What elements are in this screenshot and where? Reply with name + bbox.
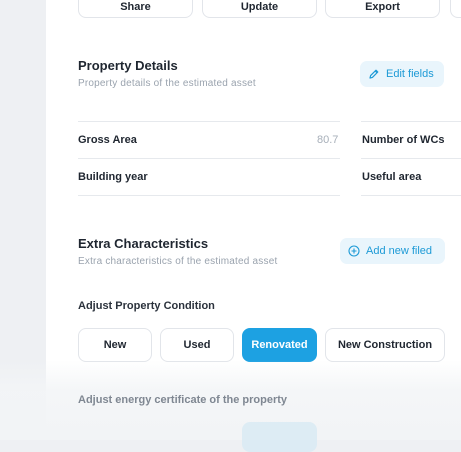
divider (78, 158, 340, 159)
edit-fields-label: Edit fields (386, 68, 434, 80)
pencil-icon (368, 68, 380, 80)
divider (78, 195, 340, 196)
condition-option-used[interactable]: Used (160, 328, 234, 362)
extra-characteristics-title: Extra Characteristics (78, 236, 209, 251)
gross-area-label: Gross Area (78, 134, 137, 146)
add-new-field-button[interactable]: Add new filed (340, 238, 445, 264)
condition-option-label: Used (183, 339, 211, 351)
number-of-wcs-label: Number of WCs (362, 134, 445, 146)
useful-area-label: Useful area (362, 171, 422, 183)
divider (361, 158, 461, 159)
update-button-label: Update (240, 1, 279, 13)
gross-area-value[interactable]: 80.7 (317, 134, 338, 146)
divider (78, 121, 340, 122)
condition-option-new[interactable]: New (78, 328, 152, 362)
condition-option-label: Renovated (251, 339, 308, 351)
plus-circle-icon (348, 245, 360, 257)
condition-option-label: New (103, 339, 127, 351)
energy-option-selected[interactable] (242, 422, 317, 452)
building-year-label: Building year (78, 171, 148, 183)
extra-characteristics-subtitle: Extra characteristics of the estimated a… (78, 256, 278, 267)
divider (361, 195, 461, 196)
more-button[interactable] (450, 0, 461, 18)
share-button[interactable]: Share (78, 0, 193, 18)
condition-option-new-construction[interactable]: New Construction (325, 328, 445, 362)
export-button[interactable]: Export (325, 0, 440, 18)
property-details-subtitle: Property details of the estimated asset (78, 78, 256, 89)
update-button[interactable]: Update (202, 0, 317, 18)
divider (361, 121, 461, 122)
condition-option-label: New Construction (337, 339, 433, 351)
energy-certificate-label: Adjust energy certificate of the propert… (78, 394, 288, 406)
share-button-label: Share (120, 1, 151, 13)
edit-fields-button[interactable]: Edit fields (360, 61, 444, 87)
export-button-label: Export (365, 1, 400, 13)
condition-option-renovated[interactable]: Renovated (242, 328, 317, 362)
add-new-field-label: Add new filed (366, 245, 433, 257)
property-condition-label: Adjust Property Condition (78, 300, 215, 312)
property-details-title: Property Details (78, 58, 178, 73)
